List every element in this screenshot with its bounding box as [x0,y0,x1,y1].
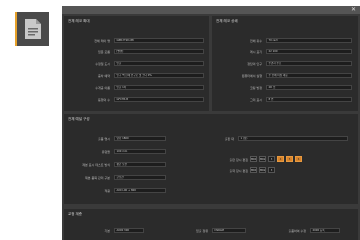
panel-calibration: 교정 계층 기본 A000 300 입출 정류 DSRAM 출품하여 수정 20… [64,209,358,240]
input-field[interactable]: 70 rect [266,38,352,43]
input-field[interactable]: GFCHS B [114,97,204,102]
field-label: 그리 표시 [250,98,262,102]
input-field[interactable]: 빈글 1차 [114,85,204,90]
input-field[interactable]: A000 300 [114,228,144,233]
field-label: 출판 장시 편집 [229,158,248,162]
input-field[interactable]: 균보관 [114,175,166,180]
option-button[interactable]: 6 [295,156,302,162]
input-field[interactable]: 100 mm [114,149,166,154]
document-app-button[interactable] [15,12,49,46]
window-top-bar: ✕ [62,6,360,14]
close-icon[interactable]: ✕ [351,6,356,14]
field-label: 전체 레이 명 [94,39,110,43]
option-button[interactable]: 3 [268,167,275,173]
editor-window: ✕ 전체 레코 확대 전체 레이 명 G8B-YT2D-88 입문 모름 [빨렌… [62,6,360,240]
input-field[interactable]: 빈글 [114,61,204,66]
option-button[interactable]: 4 [277,156,284,162]
field-label: 기본 [104,229,110,233]
option-button[interactable]: 5 [286,156,293,162]
panel-record-offset: 전체 레코 상쇄 전체 휘수 70 rect 레시 표기 22 100 정답의 … [212,16,358,111]
field-label: 정답의 인구 [247,62,262,66]
field-label: 제본 표시 테스트 방식 [82,163,110,167]
input-field[interactable]: 평균 보관 [114,162,166,167]
field-label: 수개공 이름 [95,86,110,90]
option-button[interactable]: MR1 [250,167,257,173]
input-field[interactable]: 인구 백 한례 인구로 및 크다 0% [114,73,204,78]
input-field[interactable]: [빨렌] [114,49,204,54]
field-label: 컴퓨터에서 실행 [241,74,262,78]
document-icon [25,19,41,39]
field-label: 유령들 [101,150,110,154]
option-button[interactable]: MR2 [259,167,266,173]
field-label: 출력 장시 편집 [229,169,248,173]
input-field[interactable]: 2000 등록 [310,228,340,233]
field-label: 전체 휘수 [250,39,262,43]
record-name-field[interactable]: G8B-YT2D-88 [114,38,204,43]
input-field[interactable]: 수관시 주로 [266,61,352,66]
input-field[interactable]: 2D 입 [266,85,352,90]
option-button[interactable]: MR1 [250,156,257,162]
panel-title: 전체 예설 구성 [68,117,90,121]
option-button[interactable]: MR2 [259,156,266,162]
option-button[interactable]: 3 [268,156,275,162]
field-label: 출판 대 [224,137,234,141]
panel-title: 전체 레코 확대 [68,19,90,23]
input-field[interactable]: 22 100 [266,49,352,54]
field-label: 적용 [104,189,110,193]
field-label: 입출 정류 [196,229,208,233]
input-field[interactable]: 8 번 [266,97,352,102]
field-label: 입문 모름 [98,50,110,54]
panel-layout-config: 전체 예설 구성 출품 명시 양강 1800 유령들 100 mm 제본 표시 … [64,114,358,204]
button-row: MR1 MR2 3 4 5 6 [250,156,330,164]
panel-title: 교정 계층 [68,212,82,216]
panel-title: 전체 레코 상쇄 [216,19,238,23]
input-field[interactable]: 양강 1800 [114,136,166,141]
input-field[interactable]: DSRAM [212,228,246,233]
field-label: 출품 명시 [98,137,110,141]
button-row: MR1 MR2 3 [250,167,330,175]
field-label: 코팅 방정 [250,86,262,90]
panel-record-zoom: 전체 레코 확대 전체 레이 명 G8B-YT2D-88 입문 모름 [빨렌] … [64,16,209,111]
field-label: 출품하여 수정 [288,229,306,233]
input-field[interactable]: A00 L00 + 800 [114,188,166,193]
field-label: 중차 예약 [98,74,110,78]
field-label: 레시 표기 [250,50,262,54]
input-field[interactable]: 1 (상) [238,136,348,141]
input-field[interactable]: 주 만에 이상 대응 [266,73,352,78]
field-label: 등행의 수 [98,98,110,102]
field-label: 제본 품목 관리 구분 [85,176,110,180]
field-label: 수정일 도시 [95,62,110,66]
